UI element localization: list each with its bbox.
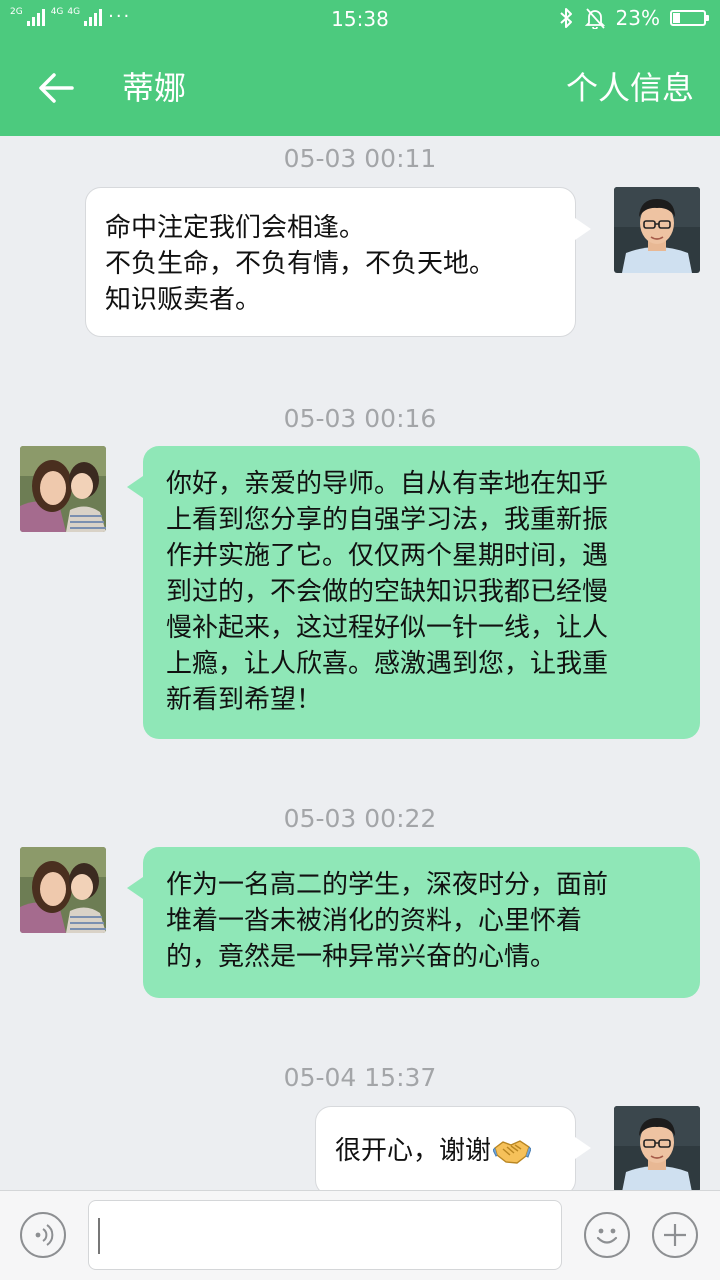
handshake-icon xyxy=(493,1140,532,1164)
chat-title: 蒂娜 xyxy=(122,69,187,107)
back-button[interactable] xyxy=(34,66,78,110)
self-avatar[interactable] xyxy=(614,187,700,273)
bubble-tail xyxy=(127,877,143,899)
bubble-tail xyxy=(127,476,143,498)
profile-info-button[interactable]: 个人信息 xyxy=(566,66,694,110)
back-arrow-icon xyxy=(39,73,74,103)
title-bar: 蒂娜 个人信息 xyxy=(0,38,720,136)
voice-icon xyxy=(35,1224,54,1246)
bubble-tail xyxy=(575,218,591,240)
man-portrait-icon xyxy=(614,187,700,273)
mute-bell-icon xyxy=(584,8,605,29)
self-avatar[interactable] xyxy=(614,1106,700,1190)
battery-icon xyxy=(670,10,709,26)
message-timestamp: 05-03 00:22 xyxy=(283,804,437,833)
woman-portrait-icon xyxy=(20,847,106,933)
contact-avatar[interactable] xyxy=(20,847,106,933)
more-actions-button[interactable] xyxy=(652,1212,698,1258)
voice-toggle-button[interactable] xyxy=(20,1212,66,1258)
received-message-bubble[interactable]: 你好，亲爱的导师。自从有幸地在知乎 上看到您分享的自强学习法，我重新振 作并实施… xyxy=(143,446,700,739)
status-right: 23% xyxy=(558,6,709,30)
bubble-tail xyxy=(575,1137,591,1159)
battery-percent: 23% xyxy=(615,6,660,30)
message-timestamp: 05-03 00:11 xyxy=(283,144,437,173)
contact-avatar[interactable] xyxy=(20,446,106,532)
emoji-button[interactable] xyxy=(584,1212,630,1258)
received-message-bubble[interactable]: 作为一名高二的学生，深夜时分，面前 堆着一沓未被消化的资料，心里怀着 的，竟然是… xyxy=(143,847,700,998)
smiley-icon xyxy=(596,1228,618,1244)
sent-message-bubble[interactable]: 命中注定我们会相逢。 不负生命，不负有情，不负天地。 知识贩卖者。 xyxy=(85,187,576,337)
man-portrait-icon xyxy=(614,1106,700,1190)
message-timestamp: 05-03 00:16 xyxy=(283,404,437,433)
plus-icon xyxy=(664,1224,686,1246)
sent-message-bubble[interactable]: 很开心，谢谢 xyxy=(315,1106,576,1190)
input-bar xyxy=(0,1190,720,1280)
message-input[interactable] xyxy=(88,1200,562,1270)
battery-fill xyxy=(673,13,680,23)
message-list[interactable]: 05-03 00:11 命中注定我们会相逢。 不负生命，不负有情，不负天地。 知… xyxy=(0,136,720,1190)
message-timestamp: 05-04 15:37 xyxy=(283,1063,437,1092)
woman-portrait-icon xyxy=(20,446,106,532)
status-bar: 2G 4G 4G ··· 15:38 23% xyxy=(0,0,720,38)
bluetooth-icon xyxy=(559,8,572,28)
message-text: 很开心，谢谢 xyxy=(335,1136,492,1166)
text-caret xyxy=(98,1218,100,1254)
